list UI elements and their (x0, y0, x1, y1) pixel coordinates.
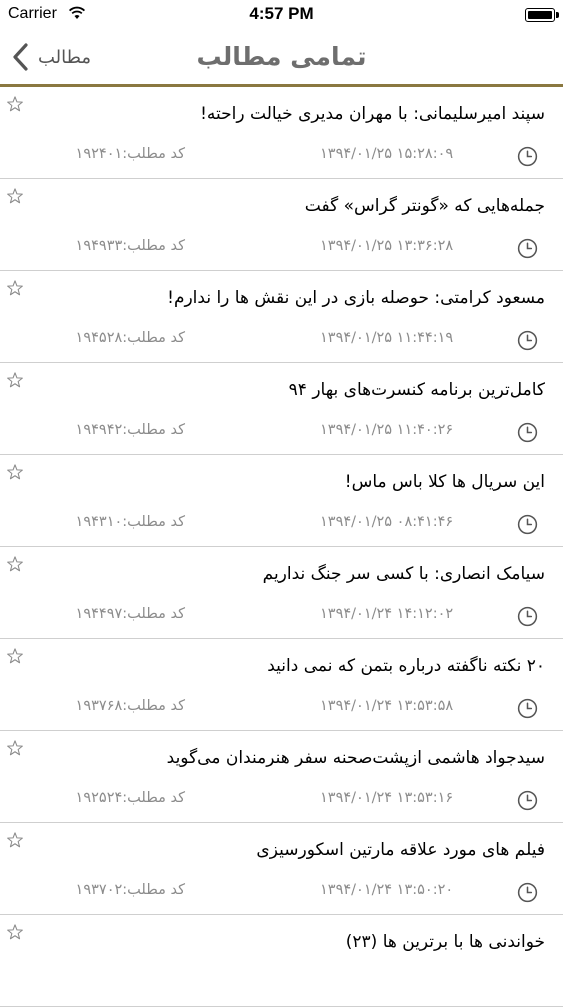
article-code: کد مطلب:۱۹۴۹۳۳ (75, 238, 185, 254)
star-icon[interactable] (6, 95, 24, 113)
clock-icon (517, 606, 538, 627)
article-row[interactable]: مسعود کرامتی: حوصله بازی در این نقش ها ر… (0, 271, 563, 363)
article-row[interactable]: سپند امیرسلیمانی: با مهران مدیری خیالت ر… (0, 87, 563, 179)
clock-icon (517, 514, 538, 535)
article-row[interactable]: سیدجواد هاشمی ازپشت‌صحنه سفر هنرمندان می… (0, 731, 563, 823)
navigation-bar: مطالب تمامی مطالب (0, 30, 563, 87)
article-code: کد مطلب:۱۹۳۷۶۸ (75, 698, 185, 714)
article-row[interactable]: جمله‌هایی که «گونتر گراس» گفت ۱۳۹۴/۰۱/۲۵ … (0, 179, 563, 271)
star-icon[interactable] (6, 279, 24, 297)
article-title: فیلم های مورد علاقه مارتین اسکورسیزی (256, 840, 545, 860)
article-code: کد مطلب:۱۹۳۷۰۲ (75, 882, 185, 898)
star-icon[interactable] (6, 187, 24, 205)
article-title: این سریال ها کلا باس ماس! (344, 472, 545, 492)
star-icon[interactable] (6, 923, 24, 941)
clock-icon (517, 882, 538, 903)
article-code: کد مطلب:۱۹۲۴۰۱ (75, 146, 185, 162)
article-row[interactable]: سیامک انصاری: با کسی سر جنگ نداریم ۱۳۹۴/۰… (0, 547, 563, 639)
star-icon[interactable] (6, 647, 24, 665)
article-datetime: ۱۳۹۴/۰۱/۲۴ ۱۳:۵۰:۲۰ (320, 882, 454, 898)
article-code: کد مطلب:۱۹۲۵۲۴ (75, 790, 185, 806)
article-row[interactable]: این سریال ها کلا باس ماس! ۱۳۹۴/۰۱/۲۵ ۰۸:۴… (0, 455, 563, 547)
article-row[interactable]: فیلم های مورد علاقه مارتین اسکورسیزی ۱۳۹۴… (0, 823, 563, 915)
star-icon[interactable] (6, 555, 24, 573)
article-title: سپند امیرسلیمانی: با مهران مدیری خیالت ر… (200, 104, 545, 124)
article-datetime: ۱۳۹۴/۰۱/۲۵ ۱۳:۳۶:۲۸ (320, 238, 454, 254)
article-datetime: ۱۳۹۴/۰۱/۲۴ ۱۳:۵۳:۱۶ (320, 790, 454, 806)
article-code: کد مطلب:۱۹۴۴۹۷ (75, 606, 185, 622)
article-code: کد مطلب:۱۹۴۳۱۰ (75, 514, 185, 530)
article-title: جمله‌هایی که «گونتر گراس» گفت (304, 196, 545, 216)
article-datetime: ۱۳۹۴/۰۱/۲۵ ۱۵:۲۸:۰۹ (320, 146, 454, 162)
status-time: 4:57 PM (249, 4, 314, 23)
article-datetime: ۱۳۹۴/۰۱/۲۵ ۰۸:۴۱:۴۶ (320, 514, 454, 530)
article-datetime: ۱۳۹۴/۰۱/۲۵ ۱۱:۴۴:۱۹ (320, 330, 454, 346)
article-row[interactable]: خواندنی ها با برترین ها (۲۳) (0, 915, 563, 1007)
article-title: ۲۰ نکته ناگفته درباره بتمن که نمی دانید (267, 656, 545, 676)
article-datetime: ۱۳۹۴/۰۱/۲۴ ۱۴:۱۲:۰۲ (320, 606, 454, 622)
clock-icon (517, 330, 538, 351)
article-title: مسعود کرامتی: حوصله بازی در این نقش ها ر… (167, 288, 545, 308)
clock-icon (517, 698, 538, 719)
article-row[interactable]: کامل‌ترین برنامه کنسرت‌های بهار ۹۴ ۱۳۹۴/۰… (0, 363, 563, 455)
article-datetime: ۱۳۹۴/۰۱/۲۴ ۱۳:۵۳:۵۸ (320, 698, 454, 714)
clock-icon (517, 422, 538, 443)
article-row[interactable]: ۲۰ نکته ناگفته درباره بتمن که نمی دانید ۱… (0, 639, 563, 731)
article-title: سیدجواد هاشمی ازپشت‌صحنه سفر هنرمندان می… (166, 748, 545, 768)
article-title: خواندنی ها با برترین ها (۲۳) (345, 932, 545, 952)
article-title: کامل‌ترین برنامه کنسرت‌های بهار ۹۴ (288, 380, 545, 400)
article-code: کد مطلب:۱۹۴۹۴۲ (75, 422, 185, 438)
page-title: تمامی مطالب (196, 42, 367, 71)
clock-icon (517, 790, 538, 811)
clock-icon (517, 146, 538, 167)
star-icon[interactable] (6, 463, 24, 481)
clock-icon (517, 238, 538, 259)
article-list: سپند امیرسلیمانی: با مهران مدیری خیالت ر… (0, 87, 563, 1007)
star-icon[interactable] (6, 831, 24, 849)
status-bar: Carrier 4:57 PM (0, 0, 563, 30)
article-code: کد مطلب:۱۹۴۵۲۸ (75, 330, 185, 346)
article-title: سیامک انصاری: با کسی سر جنگ نداریم (262, 564, 545, 584)
star-icon[interactable] (6, 371, 24, 389)
article-datetime: ۱۳۹۴/۰۱/۲۵ ۱۱:۴۰:۲۶ (320, 422, 454, 438)
battery-icon (525, 8, 559, 22)
star-icon[interactable] (6, 739, 24, 757)
